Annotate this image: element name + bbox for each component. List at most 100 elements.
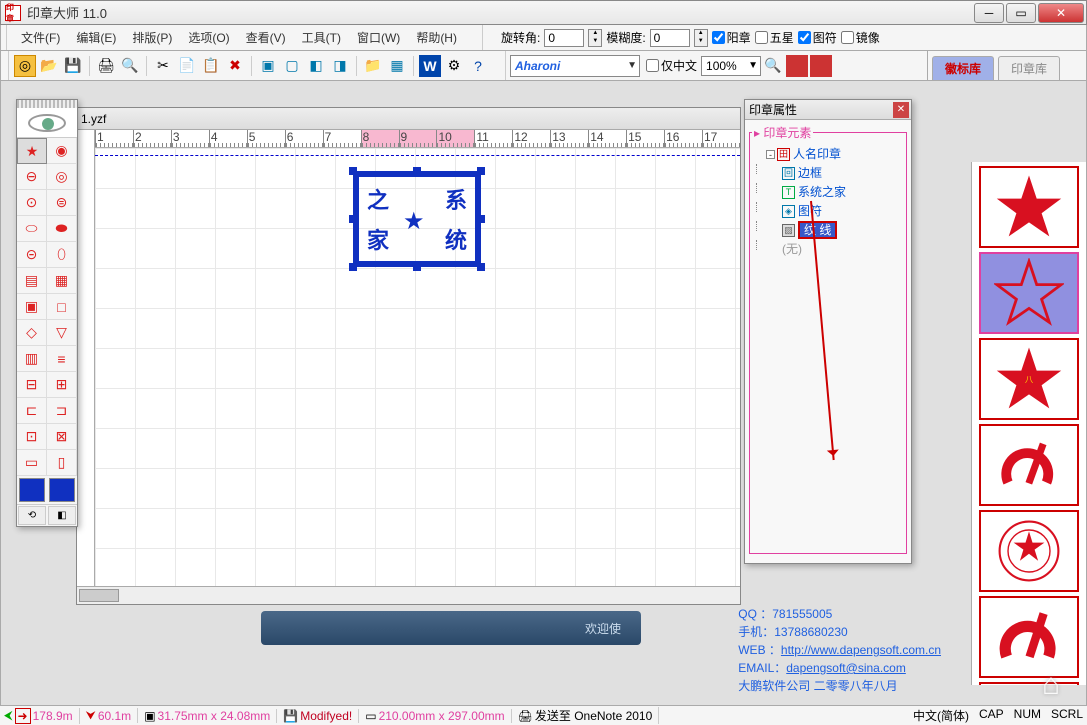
- chk-star[interactable]: 五星: [755, 29, 794, 46]
- minimize-button[interactable]: ─: [974, 3, 1004, 23]
- new-icon[interactable]: ◎: [14, 55, 36, 77]
- arrow-down-icon[interactable]: ⮟: [86, 708, 96, 723]
- menu-file[interactable]: 文件(F): [13, 27, 68, 48]
- tool-split-v-icon[interactable]: ⊞: [47, 372, 77, 398]
- zoom-combo[interactable]: 100%▼: [701, 56, 761, 76]
- close-button[interactable]: ✕: [1038, 3, 1084, 23]
- palette-footer-a[interactable]: ⟲: [18, 506, 46, 525]
- tool-ellipse-icon[interactable]: ⬭: [17, 216, 47, 242]
- layer-front-icon[interactable]: ▣: [257, 55, 279, 77]
- rotate-input[interactable]: [544, 29, 584, 47]
- word-icon[interactable]: W: [419, 55, 441, 77]
- layer-back-icon[interactable]: ▢: [281, 55, 303, 77]
- menu-window[interactable]: 窗口(W): [349, 27, 408, 48]
- color1-icon[interactable]: [786, 55, 808, 77]
- resize-handle[interactable]: [477, 167, 485, 175]
- paste-icon[interactable]: 📋: [200, 55, 222, 77]
- preview-icon[interactable]: 🔍: [119, 55, 141, 77]
- tool-dots-icon[interactable]: ▦: [47, 268, 77, 294]
- tool-square-icon[interactable]: □: [47, 294, 77, 320]
- tool-cell-a-icon[interactable]: ⊡: [17, 424, 47, 450]
- resize-handle[interactable]: [413, 263, 421, 271]
- lib-item-hammer-sickle-b[interactable]: [979, 596, 1079, 678]
- lib-item-star-army[interactable]: 八: [979, 338, 1079, 420]
- maximize-button[interactable]: ▭: [1006, 3, 1036, 23]
- scrollbar-horizontal[interactable]: [77, 586, 740, 604]
- menu-options[interactable]: 选项(O): [180, 27, 237, 48]
- tool-target-icon[interactable]: ⊙: [17, 190, 47, 216]
- palette-grip[interactable]: [17, 100, 77, 108]
- arrow-right-icon[interactable]: ➜: [15, 708, 31, 724]
- tool-star-icon[interactable]: ★: [17, 138, 47, 164]
- tool-ominus-icon[interactable]: ⊖: [17, 164, 47, 190]
- tool-grid4-icon[interactable]: ▯: [47, 450, 77, 476]
- menu-view[interactable]: 查看(V): [238, 27, 294, 48]
- lib-item-emblem[interactable]: [979, 510, 1079, 592]
- lib-item-hammer-sickle-c[interactable]: [979, 682, 1079, 685]
- resize-handle[interactable]: [413, 167, 421, 175]
- ruler-horizontal[interactable]: 1234567891011121314151617: [95, 130, 740, 148]
- lib-item-hammer-sickle-a[interactable]: [979, 424, 1079, 506]
- font-combo[interactable]: Aharoni▼: [510, 55, 640, 77]
- tool-half-t-icon[interactable]: ⊏: [17, 398, 47, 424]
- layer-down-icon[interactable]: ◨: [329, 55, 351, 77]
- settings-icon[interactable]: ⚙: [443, 55, 465, 77]
- tool-triangle-icon[interactable]: ▽: [47, 320, 77, 346]
- tool-sq-dot-icon[interactable]: ▣: [17, 294, 47, 320]
- menu-tools[interactable]: 工具(T): [294, 27, 349, 48]
- blur-input[interactable]: [650, 29, 690, 47]
- tool-hatched-icon[interactable]: ▤: [17, 268, 47, 294]
- palette-footer-b[interactable]: ◧: [48, 506, 76, 525]
- canvas[interactable]: 之 系 家 统 ★: [95, 148, 740, 586]
- foreground-swatch[interactable]: [19, 478, 45, 502]
- resize-handle[interactable]: [477, 263, 485, 271]
- folder-icon[interactable]: 📁: [362, 55, 384, 77]
- tool-dash-oval-icon[interactable]: ⊝: [17, 242, 47, 268]
- panel-close-icon[interactable]: ✕: [893, 102, 909, 118]
- resize-handle[interactable]: [349, 263, 357, 271]
- menu-layout[interactable]: 排版(P): [124, 27, 180, 48]
- menu-edit[interactable]: 编辑(E): [68, 27, 124, 48]
- tool-barcode-icon[interactable]: ▥: [17, 346, 47, 372]
- color2-icon[interactable]: [810, 55, 832, 77]
- web-link[interactable]: http://www.dapengsoft.com.cn: [781, 643, 941, 657]
- tool-diamond-icon[interactable]: ◇: [17, 320, 47, 346]
- resize-handle[interactable]: [477, 215, 485, 223]
- tree-item-pattern[interactable]: 纹 线: [798, 221, 837, 239]
- blur-spinner[interactable]: ▲▼: [694, 29, 708, 47]
- tab-badge-library[interactable]: 徽标库: [932, 56, 994, 80]
- open-icon[interactable]: 📂: [38, 55, 60, 77]
- tool-circle-icon[interactable]: ◉: [47, 138, 77, 164]
- lib-item-star-fill[interactable]: [979, 166, 1079, 248]
- properties-title[interactable]: 印章属性 ✕: [745, 100, 911, 120]
- preview-eye[interactable]: [17, 108, 77, 138]
- tool-split-h-icon[interactable]: ⊟: [17, 372, 47, 398]
- email-link[interactable]: dapengsoft@sina.com: [786, 661, 906, 675]
- save-icon[interactable]: 💾: [62, 55, 84, 77]
- chk-tufu[interactable]: 图符: [798, 29, 837, 46]
- print-icon[interactable]: 🖨: [95, 55, 117, 77]
- chk-yang[interactable]: 阳章: [712, 29, 751, 46]
- guide-line[interactable]: [95, 155, 740, 156]
- zoom-tool-icon[interactable]: 🔍: [762, 55, 784, 77]
- tree-item-border[interactable]: 边框: [798, 166, 822, 180]
- layer-up-icon[interactable]: ◧: [305, 55, 327, 77]
- stamp-object[interactable]: 之 系 家 统 ★: [353, 171, 481, 267]
- copy-icon[interactable]: 📄: [176, 55, 198, 77]
- chk-mirror[interactable]: 镜像: [841, 29, 880, 46]
- tool-lines-icon[interactable]: ≡: [47, 346, 77, 372]
- tab-stamp-library[interactable]: 印章库: [998, 56, 1060, 80]
- grip[interactable]: [3, 51, 9, 80]
- cut-icon[interactable]: ✂: [152, 55, 174, 77]
- element-tree[interactable]: -田人名印章 回边框 T系统之家 ◈图符 ▨纹 线 (无): [752, 145, 904, 259]
- tool-cell-b-icon[interactable]: ⊠: [47, 424, 77, 450]
- menu-help[interactable]: 帮助(H): [408, 27, 465, 48]
- arrow-left-icon[interactable]: ⮜: [4, 708, 13, 723]
- tree-item-none[interactable]: (无): [782, 242, 802, 256]
- delete-icon[interactable]: ✖: [224, 55, 246, 77]
- lib-item-star-outline[interactable]: [979, 252, 1079, 334]
- tool-oval-icon[interactable]: ⬬: [47, 216, 77, 242]
- grip[interactable]: [500, 51, 506, 80]
- help-icon[interactable]: ?: [467, 55, 489, 77]
- ruler-vertical[interactable]: [77, 130, 95, 586]
